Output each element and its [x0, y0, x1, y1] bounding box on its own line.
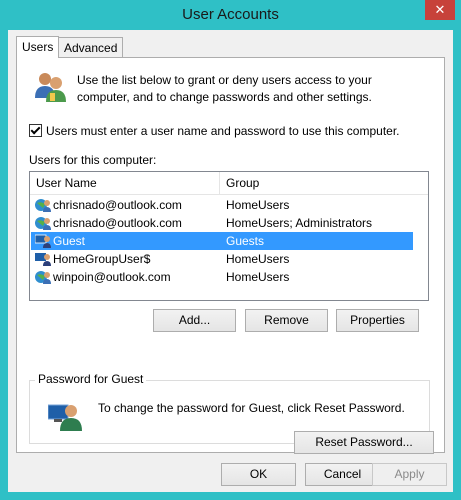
user-name-cell: chrisnado@outlook.com — [53, 216, 182, 230]
close-button[interactable]: ✕ — [425, 0, 455, 20]
listview-header: User Name Group — [30, 172, 428, 195]
user-globe-icon — [35, 199, 51, 212]
dialog-client: Users Advanced Use the list below to gra… — [8, 30, 453, 492]
apply-button[interactable]: Apply — [372, 463, 447, 486]
window-title: User Accounts — [182, 6, 279, 23]
cancel-button[interactable]: Cancel — [305, 463, 380, 486]
user-name-cell: Guest — [53, 234, 86, 248]
users-icon — [35, 73, 66, 102]
group-cell: HomeUsers — [226, 198, 290, 212]
user-accounts-window: User Accounts ✕ Users Advanced Use the l… — [0, 0, 461, 500]
users-tab-panel: Use the list below to grant or deny user… — [16, 57, 445, 454]
require-login-checkbox[interactable] — [29, 124, 42, 137]
password-group-text: To change the password for Guest, click … — [98, 401, 405, 415]
reset-password-button[interactable]: Reset Password... — [294, 431, 434, 454]
user-computer-icon — [35, 234, 51, 248]
group-cell: HomeUsers — [226, 252, 290, 266]
user-globe-icon — [35, 217, 51, 230]
add-button[interactable]: Add... — [153, 309, 236, 332]
column-header-user-name[interactable]: User Name — [30, 172, 220, 194]
column-header-group[interactable]: Group — [220, 172, 428, 194]
users-listview[interactable]: User Name Group chrisnado@outlook.com Ho… — [29, 171, 429, 301]
intro-text: Use the list below to grant or deny user… — [77, 73, 372, 104]
tab-users-label: Users — [22, 40, 54, 54]
table-row-selected[interactable]: Guest Guests — [31, 232, 413, 250]
remove-button[interactable]: Remove — [245, 309, 328, 332]
tab-advanced[interactable]: Advanced — [58, 37, 124, 57]
close-icon: ✕ — [434, 2, 446, 17]
guest-user-icon — [48, 404, 82, 431]
table-row[interactable]: chrisnado@outlook.com HomeUsers — [31, 196, 413, 214]
group-cell: HomeUsers — [226, 270, 290, 284]
password-groupbox: Password for Guest To change the passwor… — [29, 372, 434, 454]
table-row[interactable]: winpoin@outlook.com HomeUsers — [31, 268, 413, 286]
group-cell: Guests — [226, 234, 265, 248]
table-row[interactable]: HomeGroupUser$ HomeUsers — [31, 250, 413, 268]
tab-advanced-label: Advanced — [64, 41, 118, 55]
require-login-label: Users must enter a user name and passwor… — [46, 124, 400, 138]
ok-button[interactable]: OK — [221, 463, 296, 486]
table-row[interactable]: chrisnado@outlook.com HomeUsers; Adminis… — [31, 214, 413, 232]
properties-button[interactable]: Properties — [336, 309, 419, 332]
users-list-label: Users for this computer: — [29, 153, 157, 167]
user-globe-icon — [35, 271, 51, 284]
user-computer-icon — [35, 253, 51, 266]
user-name-cell: chrisnado@outlook.com — [53, 198, 182, 212]
require-login-row[interactable]: Users must enter a user name and passwor… — [29, 124, 400, 138]
title-bar[interactable]: User Accounts ✕ — [0, 0, 461, 30]
user-name-cell: winpoin@outlook.com — [53, 270, 171, 284]
user-name-cell: HomeGroupUser$ — [53, 252, 151, 266]
tab-users[interactable]: Users — [16, 36, 60, 58]
group-cell: HomeUsers; Administrators — [226, 216, 373, 230]
password-group-title: Password for Guest — [35, 372, 147, 386]
